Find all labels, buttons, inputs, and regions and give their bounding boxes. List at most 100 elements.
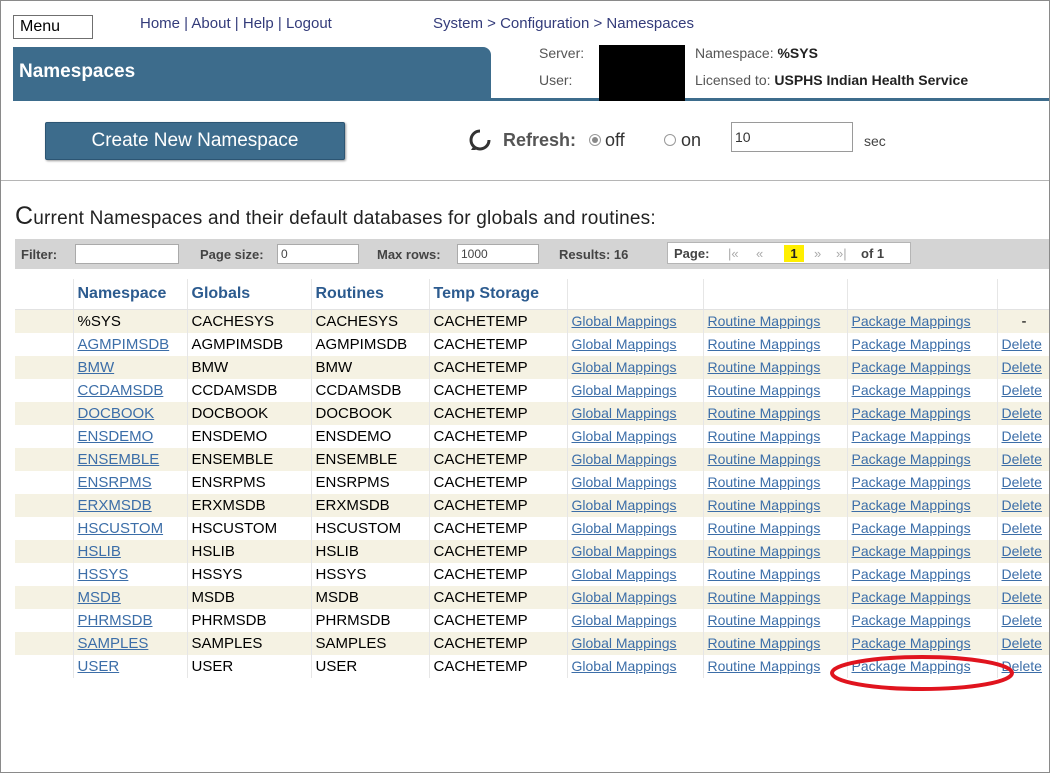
routine-mappings-link[interactable]: Routine Mappings [708, 658, 821, 674]
routine-mappings-link[interactable]: Routine Mappings [708, 589, 821, 605]
routine-mappings-link[interactable]: Routine Mappings [708, 336, 821, 352]
routine-mappings-link[interactable]: Routine Mappings [708, 313, 821, 329]
namespace-link[interactable]: MSDB [78, 589, 121, 606]
delete-link[interactable]: Delete [1002, 658, 1042, 674]
namespace-link[interactable]: HSLIB [78, 543, 121, 560]
package-mappings-link[interactable]: Package Mappings [852, 497, 971, 513]
create-namespace-button[interactable]: Create New Namespace [45, 122, 345, 160]
global-mappings-link[interactable]: Global Mappings [572, 359, 677, 375]
global-mappings-link[interactable]: Global Mappings [572, 428, 677, 444]
package-mappings-link[interactable]: Package Mappings [852, 658, 971, 674]
package-mappings-link[interactable]: Package Mappings [852, 543, 971, 559]
column-header-temp-storage[interactable]: Temp Storage [429, 279, 568, 310]
refresh-icon[interactable] [469, 129, 491, 151]
namespace-link[interactable]: ERXMSDB [78, 497, 152, 514]
package-mappings-link[interactable]: Package Mappings [852, 520, 971, 536]
global-mappings-link[interactable]: Global Mappings [572, 635, 677, 651]
global-mappings-link[interactable]: Global Mappings [572, 313, 677, 329]
namespace-link[interactable]: ENSEMBLE [78, 451, 160, 468]
delete-link[interactable]: Delete [1002, 451, 1042, 467]
delete-link[interactable]: Delete [1002, 382, 1042, 398]
refresh-off-radio[interactable] [589, 134, 601, 146]
routine-mappings-link[interactable]: Routine Mappings [708, 566, 821, 582]
routine-mappings-link[interactable]: Routine Mappings [708, 359, 821, 375]
delete-link[interactable]: Delete [1002, 359, 1042, 375]
delete-link[interactable]: Delete [1002, 566, 1042, 582]
global-mappings-link[interactable]: Global Mappings [572, 612, 677, 628]
global-mappings-link[interactable]: Global Mappings [572, 405, 677, 421]
max-rows-input[interactable] [457, 244, 539, 264]
refresh-interval-input[interactable] [731, 122, 853, 152]
package-mappings-link[interactable]: Package Mappings [852, 313, 971, 329]
about-link[interactable]: About [191, 15, 230, 32]
package-mappings-link[interactable]: Package Mappings [852, 382, 971, 398]
package-mappings-link[interactable]: Package Mappings [852, 474, 971, 490]
package-mappings-link[interactable]: Package Mappings [852, 359, 971, 375]
delete-link[interactable]: Delete [1002, 497, 1042, 513]
delete-link[interactable]: Delete [1002, 543, 1042, 559]
package-mappings-link[interactable]: Package Mappings [852, 451, 971, 467]
delete-link[interactable]: Delete [1002, 635, 1042, 651]
package-mappings-link[interactable]: Package Mappings [852, 336, 971, 352]
global-mappings-link[interactable]: Global Mappings [572, 589, 677, 605]
package-mappings-link[interactable]: Package Mappings [852, 589, 971, 605]
first-page-button[interactable]: |« [728, 246, 739, 261]
namespace-link[interactable]: CCDAMSDB [78, 382, 164, 399]
delete-link[interactable]: Delete [1002, 428, 1042, 444]
global-mappings-link[interactable]: Global Mappings [572, 382, 677, 398]
namespace-link[interactable]: BMW [78, 359, 115, 376]
logout-link[interactable]: Logout [286, 15, 332, 32]
global-mappings-link[interactable]: Global Mappings [572, 543, 677, 559]
namespace-link[interactable]: USER [78, 658, 120, 675]
help-link[interactable]: Help [243, 15, 274, 32]
global-mappings-link[interactable]: Global Mappings [572, 451, 677, 467]
delete-link[interactable]: Delete [1002, 589, 1042, 605]
page-size-input[interactable] [277, 244, 359, 264]
namespace-link[interactable]: ENSDEMO [78, 428, 154, 445]
namespace-link[interactable]: AGMPIMSDB [78, 336, 170, 353]
namespace-link[interactable]: SAMPLES [78, 635, 149, 652]
routine-mappings-link[interactable]: Routine Mappings [708, 382, 821, 398]
routine-mappings-link[interactable]: Routine Mappings [708, 451, 821, 467]
package-mappings-link[interactable]: Package Mappings [852, 405, 971, 421]
column-header-globals[interactable]: Globals [187, 279, 312, 310]
routine-mappings-link[interactable]: Routine Mappings [708, 612, 821, 628]
filter-input[interactable] [75, 244, 179, 264]
global-mappings-link[interactable]: Global Mappings [572, 658, 677, 674]
routine-mappings-link[interactable]: Routine Mappings [708, 428, 821, 444]
refresh-on-radio[interactable] [664, 134, 676, 146]
package-mappings-link[interactable]: Package Mappings [852, 612, 971, 628]
current-page[interactable]: 1 [784, 245, 804, 262]
delete-link[interactable]: Delete [1002, 520, 1042, 536]
package-mappings-link[interactable]: Package Mappings [852, 566, 971, 582]
namespace-link[interactable]: PHRMSDB [78, 612, 153, 629]
column-header-namespace[interactable]: Namespace [73, 279, 188, 310]
namespace-link[interactable]: HSCUSTOM [78, 520, 164, 537]
routine-mappings-link[interactable]: Routine Mappings [708, 635, 821, 651]
global-mappings-link[interactable]: Global Mappings [572, 497, 677, 513]
prev-page-button[interactable]: « [756, 246, 763, 261]
routine-mappings-link[interactable]: Routine Mappings [708, 405, 821, 421]
next-page-button[interactable]: » [814, 246, 821, 261]
last-page-button[interactable]: »| [836, 246, 847, 261]
delete-link[interactable]: Delete [1002, 336, 1042, 352]
routine-mappings-link[interactable]: Routine Mappings [708, 497, 821, 513]
routine-mappings-link[interactable]: Routine Mappings [708, 474, 821, 490]
global-mappings-link[interactable]: Global Mappings [572, 566, 677, 582]
global-mappings-link[interactable]: Global Mappings [572, 520, 677, 536]
column-header-routines[interactable]: Routines [311, 279, 430, 310]
namespace-link[interactable]: DOCBOOK [78, 405, 155, 422]
home-link[interactable]: Home [140, 15, 180, 32]
routine-mappings-link[interactable]: Routine Mappings [708, 543, 821, 559]
delete-link[interactable]: Delete [1002, 405, 1042, 421]
delete-link[interactable]: Delete [1002, 474, 1042, 490]
namespace-link[interactable]: ENSRPMS [78, 474, 152, 491]
package-mappings-link[interactable]: Package Mappings [852, 428, 971, 444]
global-mappings-link[interactable]: Global Mappings [572, 474, 677, 490]
delete-link[interactable]: Delete [1002, 612, 1042, 628]
global-mappings-link[interactable]: Global Mappings [572, 336, 677, 352]
routine-mappings-link[interactable]: Routine Mappings [708, 520, 821, 536]
namespace-link[interactable]: HSSYS [78, 566, 129, 583]
package-mappings-link[interactable]: Package Mappings [852, 635, 971, 651]
menu-button[interactable]: Menu [13, 15, 93, 39]
